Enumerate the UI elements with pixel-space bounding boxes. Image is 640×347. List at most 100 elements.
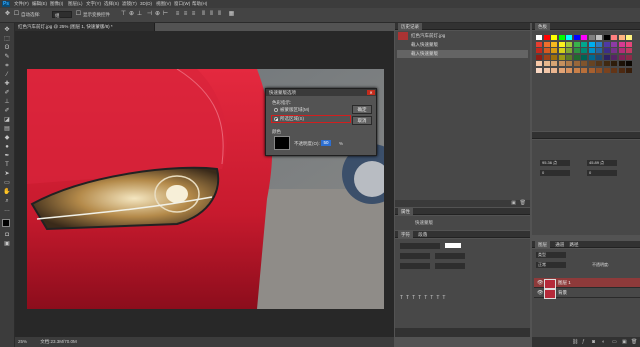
menu-layer[interactable]: 图层(L) bbox=[68, 1, 83, 7]
color-swatch[interactable] bbox=[536, 67, 542, 73]
blend-mode-select[interactable]: 正常 bbox=[536, 262, 566, 268]
dodge-tool-icon[interactable]: ● bbox=[3, 144, 11, 150]
move-tool-icon[interactable]: ✥ bbox=[4, 11, 11, 18]
font-family-select[interactable] bbox=[400, 243, 440, 249]
color-swatch[interactable] bbox=[611, 54, 617, 60]
color-swatch[interactable] bbox=[611, 61, 617, 66]
history-brush-tool-icon[interactable]: ✐ bbox=[3, 108, 11, 114]
history-item-active[interactable]: 载入快速蒙版 bbox=[397, 50, 528, 58]
color-swatch[interactable] bbox=[566, 48, 572, 53]
color-swatch[interactable] bbox=[603, 54, 610, 60]
color-swatch[interactable] bbox=[536, 54, 542, 60]
color-swatch[interactable] bbox=[596, 41, 602, 47]
color-swatch[interactable] bbox=[536, 41, 542, 47]
text-style-buttons[interactable]: TTTTTTTT bbox=[400, 295, 480, 301]
tab-swatches[interactable]: 色板 bbox=[535, 23, 550, 30]
path-select-tool-icon[interactable]: ➤ bbox=[3, 171, 11, 177]
color-swatch[interactable] bbox=[581, 61, 587, 66]
type-tool-icon[interactable]: T bbox=[3, 162, 11, 168]
color-swatch[interactable] bbox=[551, 48, 557, 53]
link-layers-icon[interactable]: ⛓ bbox=[572, 339, 578, 345]
color-swatch[interactable] bbox=[603, 67, 610, 73]
color-swatch[interactable] bbox=[596, 67, 602, 73]
color-swatch[interactable] bbox=[573, 35, 580, 40]
distribute-6-icon[interactable]: ⫴ bbox=[216, 11, 223, 18]
color-swatch[interactable] bbox=[626, 35, 632, 40]
color-swatch[interactable] bbox=[566, 67, 572, 73]
color-swatch[interactable] bbox=[596, 54, 602, 60]
move-tool-icon[interactable]: ✥ bbox=[3, 27, 11, 33]
color-swatch[interactable] bbox=[626, 67, 632, 73]
color-swatch[interactable] bbox=[588, 48, 595, 53]
tracking-field[interactable] bbox=[435, 263, 465, 269]
document-tab[interactable]: 红色汽车前灯.jpg @ 25% (图层 1, 快速蒙版/8) * bbox=[15, 23, 155, 31]
shape-tool-icon[interactable]: ▭ bbox=[3, 180, 11, 186]
quick-mask-icon[interactable]: ◘ bbox=[3, 232, 11, 238]
color-swatch[interactable] bbox=[618, 67, 625, 73]
color-swatch[interactable] bbox=[566, 54, 572, 60]
color-swatch[interactable] bbox=[543, 67, 550, 73]
tab-paths[interactable]: 路径 bbox=[570, 242, 579, 247]
color-swatch[interactable] bbox=[588, 67, 595, 73]
color-swatch[interactable] bbox=[588, 61, 595, 66]
foreground-color-swatch[interactable] bbox=[2, 219, 10, 227]
auto-align-icon[interactable]: ▦ bbox=[228, 11, 235, 18]
color-swatch[interactable] bbox=[558, 61, 565, 66]
align-right-icon[interactable]: ⊢ bbox=[162, 11, 169, 18]
color-swatch[interactable] bbox=[536, 48, 542, 53]
masked-areas-radio[interactable] bbox=[274, 108, 278, 112]
color-swatch[interactable] bbox=[573, 41, 580, 47]
zoom-tool-icon[interactable]: ⌕ bbox=[3, 198, 11, 204]
menu-help[interactable]: 帮助(H) bbox=[192, 1, 207, 7]
align-left-icon[interactable]: ⊣ bbox=[146, 11, 153, 18]
tab-paragraph[interactable]: 段落 bbox=[418, 232, 427, 237]
layer-kind-filter[interactable]: 类型 bbox=[536, 252, 566, 258]
eye-icon[interactable]: 👁 bbox=[537, 290, 543, 296]
autoselect-checkbox[interactable]: ☐ bbox=[13, 11, 20, 18]
color-swatch[interactable] bbox=[618, 61, 625, 66]
ok-button[interactable]: 确定 bbox=[352, 105, 372, 114]
dialog-close-button[interactable]: ✕ bbox=[367, 90, 375, 95]
color-swatch[interactable] bbox=[611, 41, 617, 47]
color-swatch[interactable] bbox=[573, 48, 580, 53]
tab-character[interactable]: 字符 bbox=[398, 231, 413, 238]
color-swatch[interactable] bbox=[596, 48, 602, 53]
font-color-swatch[interactable] bbox=[445, 243, 461, 248]
menu-image[interactable]: 图像(I) bbox=[50, 1, 63, 7]
color-swatch[interactable] bbox=[596, 61, 602, 66]
color-swatch[interactable] bbox=[603, 35, 610, 40]
adjustment-icon[interactable]: ◐ bbox=[602, 339, 605, 345]
color-swatch[interactable] bbox=[611, 48, 617, 53]
color-swatch[interactable] bbox=[543, 48, 550, 53]
tab-channels[interactable]: 通道 bbox=[555, 242, 564, 247]
color-swatch[interactable] bbox=[551, 67, 557, 73]
color-swatch[interactable] bbox=[566, 35, 572, 40]
trash-icon[interactable]: 🗑 bbox=[520, 200, 526, 206]
hand-tool-icon[interactable]: ✋ bbox=[3, 189, 11, 195]
color-swatch[interactable] bbox=[618, 48, 625, 53]
eye-icon[interactable]: 👁 bbox=[537, 280, 543, 286]
color-swatch[interactable] bbox=[596, 35, 602, 40]
menu-filter[interactable]: 滤镜(T) bbox=[122, 1, 137, 7]
color-swatch[interactable] bbox=[566, 61, 572, 66]
color-swatch[interactable] bbox=[581, 48, 587, 53]
color-swatch[interactable] bbox=[588, 41, 595, 47]
distribute-5-icon[interactable]: ⫴ bbox=[208, 11, 215, 18]
cancel-button[interactable]: 取消 bbox=[352, 116, 372, 125]
align-bottom-icon[interactable]: ⊥ bbox=[136, 11, 143, 18]
color-swatch[interactable] bbox=[558, 54, 565, 60]
history-item[interactable]: 载入快速蒙版 bbox=[397, 41, 528, 49]
x-field[interactable]: 0 bbox=[540, 170, 570, 176]
transform-checkbox[interactable]: ☐ bbox=[75, 11, 82, 18]
color-swatch[interactable] bbox=[581, 41, 587, 47]
selected-areas-radio[interactable] bbox=[274, 117, 278, 121]
color-swatch[interactable] bbox=[581, 67, 587, 73]
color-swatch[interactable] bbox=[536, 35, 542, 40]
gradient-tool-icon[interactable]: ▤ bbox=[3, 126, 11, 132]
color-swatch[interactable] bbox=[543, 61, 550, 66]
distribute-icon[interactable]: ≡ bbox=[174, 11, 181, 18]
color-swatch[interactable] bbox=[603, 48, 610, 53]
menu-type[interactable]: 文字(Y) bbox=[86, 1, 101, 7]
menu-3d[interactable]: 3D(D) bbox=[140, 1, 152, 6]
mask-color-swatch[interactable] bbox=[274, 136, 290, 150]
